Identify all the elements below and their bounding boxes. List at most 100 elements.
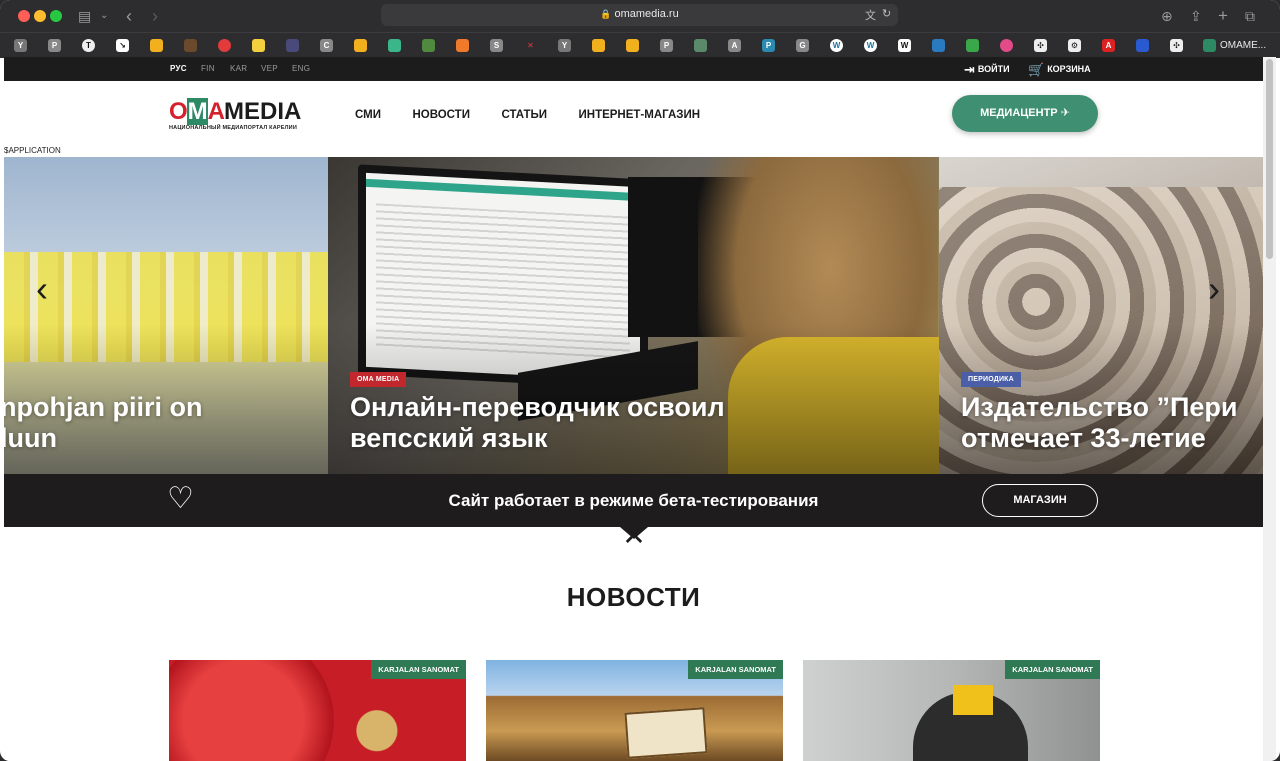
favorite-icon[interactable]: Y (14, 39, 27, 52)
lang-kar[interactable]: KAR (230, 64, 247, 73)
card-tag[interactable]: KARJALAN SANOMAT (1005, 660, 1100, 679)
slide-title: Онлайн-переводчик освоил вепсский язык (350, 392, 725, 453)
favorite-icon[interactable] (286, 39, 299, 52)
favorite-icon[interactable] (1136, 39, 1149, 52)
favorite-icon[interactable] (966, 39, 979, 52)
cart-link[interactable]: 🛒 КОРЗИНА (1028, 62, 1091, 78)
login-icon: ⇥ (964, 62, 975, 77)
favorite-icon[interactable]: W (864, 39, 877, 52)
new-tab-icon[interactable]: + (1218, 6, 1228, 26)
card-tag[interactable]: KARJALAN SANOMAT (371, 660, 466, 679)
favorite-icon[interactable]: ✣ (1034, 39, 1047, 52)
lock-icon: 🔒 (600, 9, 612, 19)
favorite-icon[interactable] (1203, 39, 1216, 52)
bird-icon: ✈ (1060, 107, 1070, 119)
slide-title: Издательство ”Пери отмечает 33-летие (961, 392, 1238, 453)
favorite-icon[interactable] (932, 39, 945, 52)
browser-window: ▤ ⌄ ‹ › 🔒 omamedia.ru 文 ↻ ⊕ ⇪ + ⧉ Y P T ↘… (0, 0, 1280, 761)
news-slider: npohjan piiri on luun OMA MEDIA Онлайн-пе… (4, 157, 1263, 474)
nav-item-articles[interactable]: СТАТЬИ (501, 109, 547, 121)
favorite-icon[interactable] (694, 39, 707, 52)
favorite-icon[interactable]: A (1102, 39, 1115, 52)
logo-media: MEDIA (224, 98, 302, 125)
tab-overview-icon[interactable]: ⧉ (1245, 6, 1255, 26)
favorite-icon[interactable]: ✕ (524, 39, 537, 52)
browser-toolbar: ▤ ⌄ ‹ › 🔒 omamedia.ru 文 ↻ ⊕ ⇪ + ⧉ (0, 0, 1280, 32)
translate-icon[interactable]: 文 (865, 7, 876, 23)
favorite-icon[interactable]: Y (558, 39, 571, 52)
downloads-icon[interactable]: ⊕ (1161, 6, 1173, 26)
slide-tag[interactable]: ПЕРИОДИКА (961, 372, 1021, 387)
favorite-icon[interactable] (218, 39, 231, 52)
favorite-icon[interactable]: ⚙ (1068, 39, 1081, 52)
slider-prev-arrow-icon[interactable]: ‹ (36, 269, 48, 309)
logo-oma: OMA (169, 98, 225, 125)
favorite-icon[interactable]: T (82, 39, 95, 52)
lang-eng[interactable]: ENG (292, 64, 310, 73)
slide-center[interactable]: OMA MEDIA Онлайн-переводчик освоил вепсск… (328, 157, 939, 474)
news-section-title: НОВОСТИ (566, 582, 701, 612)
address-bar[interactable]: 🔒 omamedia.ru 文 ↻ (381, 4, 898, 26)
nav-item-news[interactable]: НОВОСТИ (412, 109, 470, 121)
favorite-icon[interactable]: P (762, 39, 775, 52)
nav-item-shop[interactable]: ИНТЕРНЕТ-МАГАЗИН (579, 109, 701, 121)
news-card[interactable]: KARJALAN SANOMAT (169, 660, 466, 761)
favorite-icon[interactable] (252, 39, 265, 52)
favorite-icon[interactable]: A (728, 39, 741, 52)
close-window-button[interactable] (18, 10, 30, 22)
card-tag[interactable]: KARJALAN SANOMAT (688, 660, 783, 679)
language-bar: РУС FIN KAR VEP ENG ⇥ ВОЙТИ 🛒 КОРЗИНА (4, 57, 1263, 81)
scrollbar-thumb[interactable] (1266, 59, 1273, 259)
favorite-icon[interactable] (592, 39, 605, 52)
favorite-icon[interactable]: S (490, 39, 503, 52)
favorite-icon[interactable]: P (48, 39, 61, 52)
favorite-icon[interactable] (388, 39, 401, 52)
lang-fin[interactable]: FIN (201, 64, 215, 73)
shop-button[interactable]: МАГАЗИН (982, 484, 1098, 517)
lang-vep[interactable]: VEP (261, 64, 278, 73)
forward-arrow-icon[interactable]: › (152, 6, 158, 26)
minimize-window-button[interactable] (34, 10, 46, 22)
favorite-icon[interactable]: G (796, 39, 809, 52)
slide-left[interactable]: npohjan piiri on luun (4, 157, 328, 474)
chevron-down-icon[interactable]: ⌄ (100, 6, 108, 26)
favorite-icon[interactable] (354, 39, 367, 52)
slide-title: npohjan piiri on luun (4, 392, 203, 453)
favorite-icon[interactable] (626, 39, 639, 52)
favorite-icon[interactable] (184, 39, 197, 52)
slide-right[interactable]: ПЕРИОДИКА Издательство ”Пери отмечает 33-… (939, 157, 1263, 474)
favorite-icon[interactable]: W (898, 39, 911, 52)
login-link[interactable]: ⇥ ВОЙТИ (964, 62, 1010, 78)
favorite-icon[interactable]: P (660, 39, 673, 52)
favorite-icon[interactable] (456, 39, 469, 52)
favorite-icon[interactable] (1000, 39, 1013, 52)
sidebar-toggle-icon[interactable]: ▤ (78, 6, 91, 26)
cart-icon: 🛒 (1028, 62, 1045, 77)
main-nav: СМИ НОВОСТИ СТАТЬИ ИНТЕРНЕТ-МАГАЗИН (355, 105, 727, 123)
nav-item-smi[interactable]: СМИ (355, 109, 381, 121)
news-card[interactable]: KARJALAN SANOMAT (486, 660, 783, 761)
maximize-window-button[interactable] (50, 10, 62, 22)
slide-tag[interactable]: OMA MEDIA (350, 372, 407, 387)
card-image (624, 707, 708, 759)
favorite-omamedia[interactable]: OMAME... (1220, 40, 1266, 51)
news-card[interactable]: KARJALAN SANOMAT (803, 660, 1100, 761)
slider-next-arrow-icon[interactable]: › (1208, 269, 1220, 309)
lang-rus[interactable]: РУС (170, 64, 187, 73)
favorite-icon[interactable]: ↘ (116, 39, 129, 52)
close-banner-icon[interactable]: ✕ (618, 522, 650, 550)
favorite-icon[interactable] (150, 39, 163, 52)
page-scrollbar[interactable] (1263, 57, 1276, 761)
favorite-icon[interactable] (422, 39, 435, 52)
favorite-icon[interactable]: C (320, 39, 333, 52)
favorite-icon[interactable]: ✣ (1170, 39, 1183, 52)
favorite-icon[interactable]: W (830, 39, 843, 52)
reload-icon[interactable]: ↻ (882, 7, 891, 20)
mediacenter-button[interactable]: МЕДИАЦЕНТР ✈ (952, 95, 1098, 132)
share-icon[interactable]: ⇪ (1190, 6, 1202, 26)
web-page: РУС FIN KAR VEP ENG ⇥ ВОЙТИ 🛒 КОРЗИНА OMAM… (4, 57, 1263, 761)
site-logo[interactable]: OMAMEDIA НАЦИОНАЛЬНЫЙ МЕДИАПОРТАЛ КАРЕЛИ… (169, 98, 301, 131)
site-header: OMAMEDIA НАЦИОНАЛЬНЫЙ МЕДИАПОРТАЛ КАРЕЛИ… (4, 81, 1263, 157)
logo-subtitle: НАЦИОНАЛЬНЫЙ МЕДИАПОРТАЛ КАРЕЛИИ (169, 125, 297, 131)
back-arrow-icon[interactable]: ‹ (126, 6, 132, 26)
